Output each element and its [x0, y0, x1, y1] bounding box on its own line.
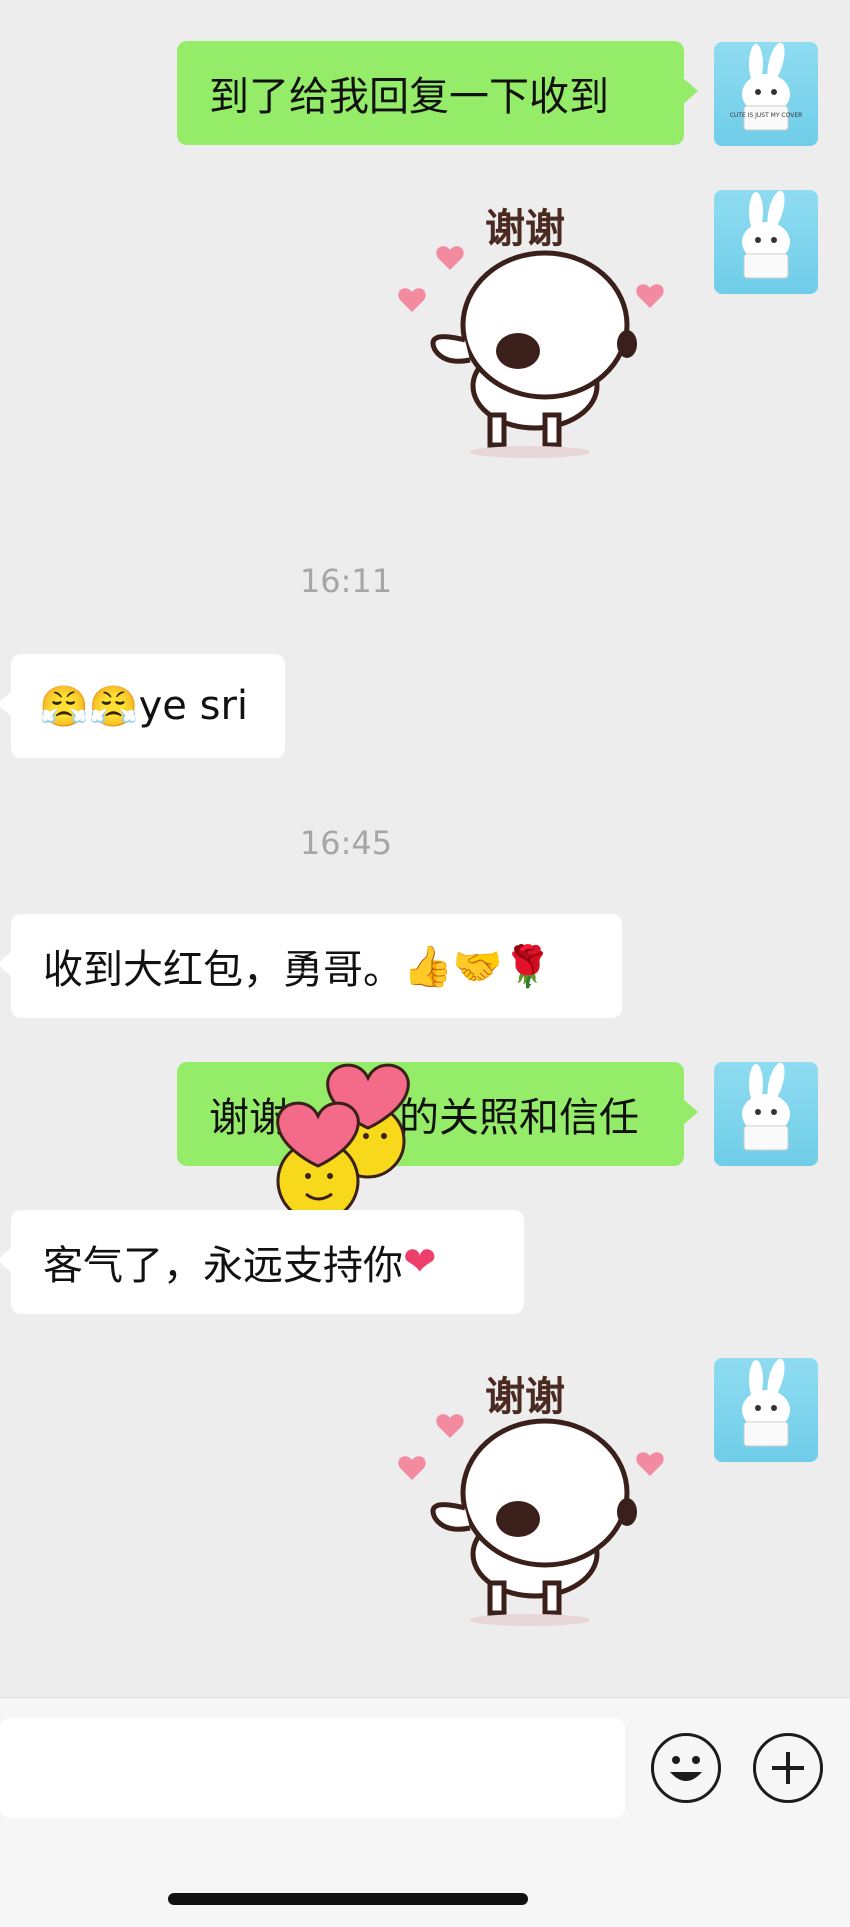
message-bubble-incoming[interactable]: 😤😤 ye sri: [0, 654, 285, 758]
sticker-caption: 谢谢: [485, 1374, 565, 1420]
angry-face-emoji-icon: 😤😤: [39, 683, 139, 730]
smiley-icon: [670, 1756, 702, 1781]
more-button[interactable]: [753, 1733, 823, 1803]
message-bubble-outgoing[interactable]: 到了给我回复一下收到: [177, 41, 698, 145]
message-bubble-incoming[interactable]: 客气了，永远支持你 ❤: [0, 1210, 524, 1314]
sticker-message[interactable]: 谢谢: [390, 1358, 680, 1658]
bunny-icon: [742, 1358, 790, 1447]
timestamp: 16:11: [299, 562, 393, 600]
message-text: 到了给我回复一下收到: [209, 74, 609, 120]
message-input[interactable]: [0, 1718, 625, 1818]
avatar[interactable]: [714, 1358, 818, 1462]
timestamp: 16:45: [299, 824, 393, 862]
message-text: ye sri: [138, 683, 249, 729]
avatar[interactable]: CUTE IS JUST MY COVER: [714, 42, 818, 146]
message-text: 客气了，永远支持你: [43, 1243, 403, 1289]
avatar[interactable]: [714, 190, 818, 294]
bunny-icon: CUTE IS JUST MY COVER: [730, 42, 803, 131]
bunny-icon: [742, 190, 790, 279]
home-indicator: [168, 1893, 528, 1905]
message-text-end: 的关照和信任: [399, 1095, 639, 1141]
sticker-caption: 谢谢: [485, 206, 565, 252]
bunny-icon: [742, 1062, 790, 1151]
sticker-message[interactable]: 谢谢: [390, 190, 680, 490]
avatar[interactable]: [714, 1062, 818, 1166]
message-bubble-incoming[interactable]: 收到大红包，勇哥。 👍🤝🌹: [0, 914, 622, 1018]
heart-smiley-overlay-icon: [276, 1063, 410, 1223]
avatar-sign-text: CUTE IS JUST MY COVER: [730, 112, 803, 119]
thumbs-handshake-rose-emoji-icon: 👍🤝🌹: [403, 943, 553, 990]
plus-circle-icon: [772, 1752, 804, 1784]
message-bubble-outgoing[interactable]: 谢谢 的关照和信任: [177, 1062, 698, 1166]
message-text: 收到大红包，勇哥。: [43, 947, 403, 993]
emoji-button[interactable]: [651, 1733, 721, 1803]
heart-emoji-icon: ❤: [403, 1239, 437, 1285]
